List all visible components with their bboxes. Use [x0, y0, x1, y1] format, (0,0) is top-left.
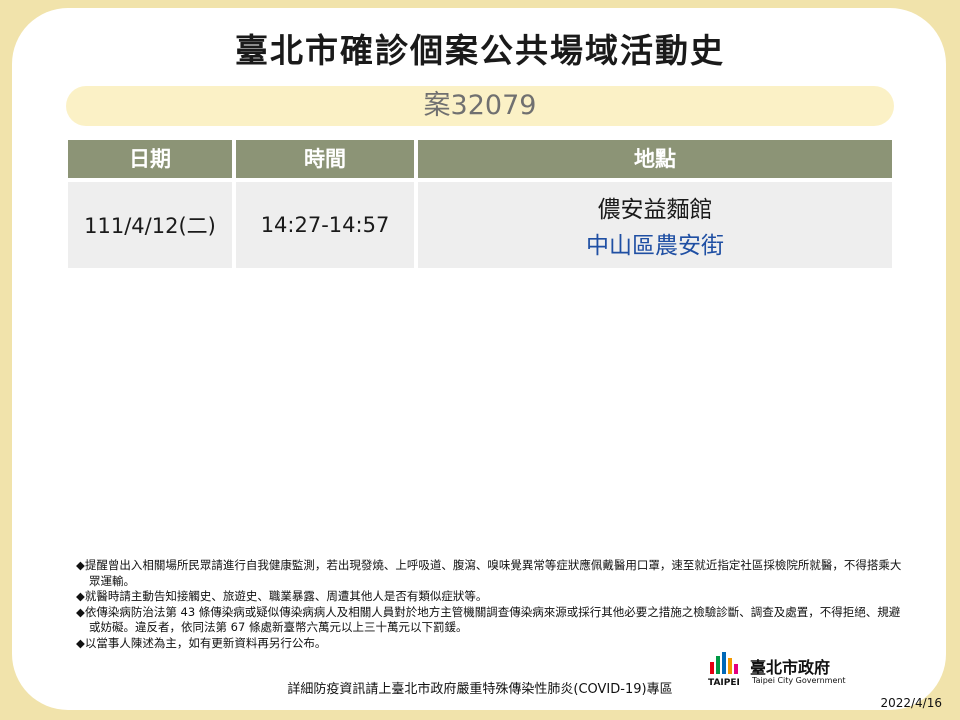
case-number-bar: 案32079 [66, 86, 894, 126]
note-item: ◆就醫時請主動告知接觸史、旅遊史、職業暴露、周遭其他人是否有類似症狀等。 [76, 589, 488, 603]
note-item: ◆提醒曾出入相關場所民眾請進行自我健康監測，若出現發燒、上呼吸道、腹瀉、嗅味覺異… [76, 558, 902, 588]
logo-name: 臺北市政府 [750, 658, 831, 677]
notes-list: ◆提醒曾出入相關場所民眾請進行自我健康監測，若出現發燒、上呼吸道、腹瀉、嗅味覺異… [76, 558, 906, 651]
footer-text: 詳細防疫資訊請上臺北市政府嚴重特殊傳染性肺炎(COVID-19)專區 [287, 682, 673, 697]
note-item: ◆依傳染病防治法第 43 條傳染病或疑似傳染病病人及相關人員對於地方主管機關調查… [76, 604, 901, 635]
date-value: 111/4/12(二) [84, 214, 216, 238]
cell-time: 14:27-14:57 [236, 182, 414, 268]
cell-date: 111/4/12(二) [68, 182, 232, 268]
venue-district: 中山區農安街 [586, 233, 724, 259]
header-date: 日期 [68, 140, 232, 178]
venue-name: 儂安益麵館 [597, 197, 713, 223]
time-value: 14:27-14:57 [260, 213, 390, 237]
page-title: 臺北市確診個案公共場域活動史 [235, 31, 725, 70]
header-location: 地點 [418, 140, 892, 178]
cell-location: 儂安益麵館 中山區農安街 [418, 182, 892, 268]
header-time: 時間 [236, 140, 414, 178]
publish-date: 2022/4/16 [880, 696, 942, 710]
